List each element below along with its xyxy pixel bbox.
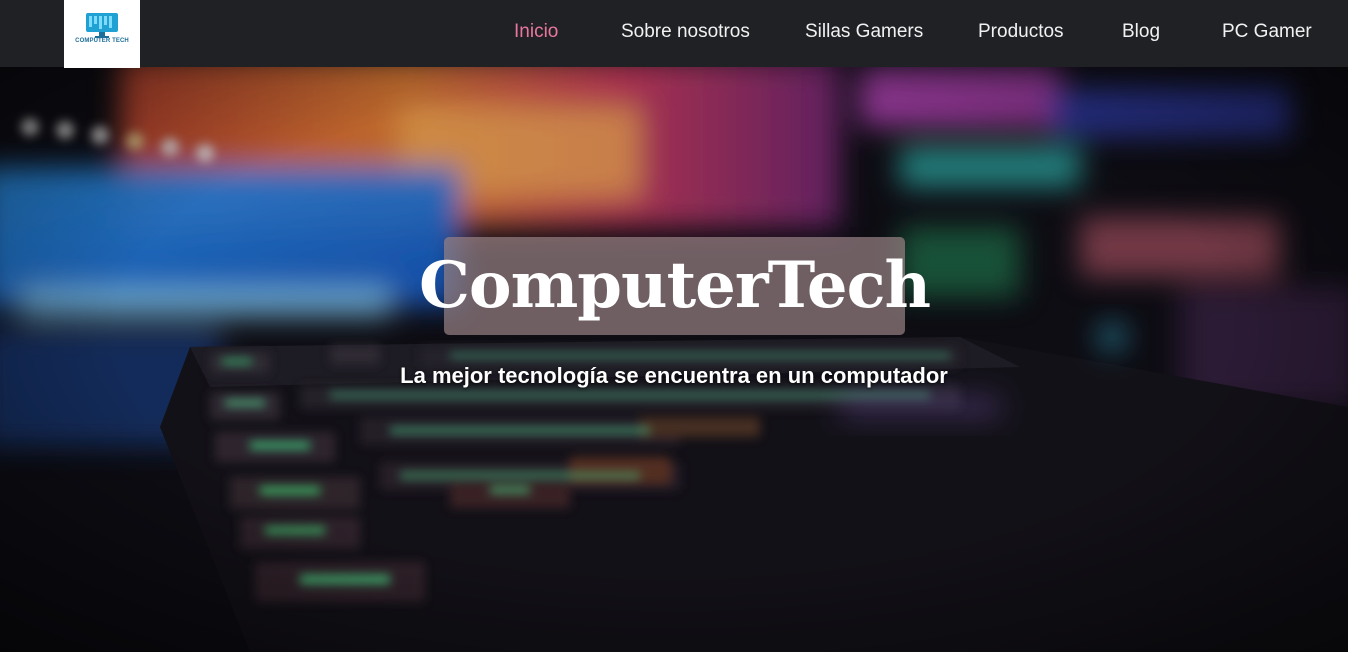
hero-title: ComputerTech: [418, 248, 931, 323]
hero-section: ComputerTech La mejor tecnología se encu…: [0, 67, 1348, 652]
nav-link-blog[interactable]: Blog: [1122, 20, 1160, 44]
nav-link-sobre-nosotros[interactable]: Sobre nosotros: [621, 20, 750, 44]
nav-link-pc-gamer[interactable]: PC Gamer: [1222, 20, 1312, 44]
hero-title-box: ComputerTech: [419, 237, 931, 335]
hero-background-image: [0, 67, 1348, 652]
nav-link-sillas-gamers[interactable]: Sillas Gamers: [805, 20, 923, 44]
nav-link-productos[interactable]: Productos: [978, 20, 1064, 44]
hero-subtitle: La mejor tecnología se encuentra en un c…: [400, 363, 948, 388]
navbar: COMPUTER TECH Inicio Sobre nosotros Sill…: [0, 0, 1348, 68]
site-logo[interactable]: COMPUTER TECH: [64, 0, 140, 68]
nav-link-inicio[interactable]: Inicio: [514, 20, 558, 44]
monitor-icon: [86, 13, 118, 38]
logo-text: COMPUTER TECH: [75, 38, 129, 44]
